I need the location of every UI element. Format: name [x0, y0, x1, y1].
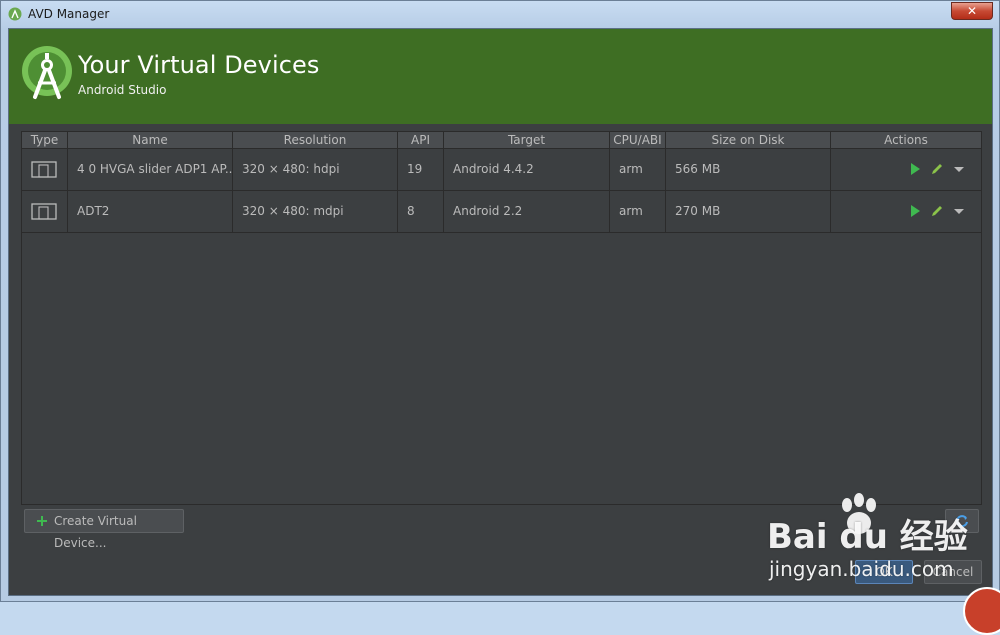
- refresh-icon: [956, 515, 968, 528]
- ok-button[interactable]: OK: [855, 560, 913, 584]
- phone-device-icon: [31, 161, 57, 178]
- phone-device-icon: [31, 203, 57, 220]
- cancel-button[interactable]: Cancel: [924, 560, 982, 584]
- type-cell: [22, 149, 68, 190]
- device-name: ADT2: [68, 191, 233, 232]
- page-subtitle: Android Studio: [78, 83, 167, 97]
- chevron-down-icon[interactable]: [952, 204, 966, 218]
- devices-table: Type Name Resolution API Target CPU/ABI …: [21, 131, 982, 505]
- device-target: Android 4.4.2: [444, 149, 610, 190]
- column-header-target[interactable]: Target: [444, 132, 610, 148]
- device-resolution: 320 × 480: hdpi: [233, 149, 398, 190]
- column-header-actions[interactable]: Actions: [831, 132, 981, 148]
- table-header: Type Name Resolution API Target CPU/ABI …: [22, 132, 981, 149]
- device-resolution: 320 × 480: mdpi: [233, 191, 398, 232]
- play-icon[interactable]: [908, 162, 922, 176]
- device-api: 19: [398, 149, 444, 190]
- window-title: AVD Manager: [28, 7, 110, 21]
- android-studio-logo: [22, 46, 72, 99]
- android-studio-icon: [8, 7, 22, 21]
- row-actions: [828, 149, 981, 190]
- column-header-resolution[interactable]: Resolution: [233, 132, 398, 148]
- row-actions: [828, 191, 981, 232]
- column-header-size[interactable]: Size on Disk: [666, 132, 831, 148]
- device-cpu-abi: arm: [610, 149, 666, 190]
- column-header-type[interactable]: Type: [22, 132, 68, 148]
- avd-manager-window: AVD Manager ✕ Your Virtual Devices Andro…: [0, 0, 1000, 635]
- column-header-api[interactable]: API: [398, 132, 444, 148]
- device-api: 8: [398, 191, 444, 232]
- corner-badge: [963, 587, 1000, 635]
- chevron-down-icon[interactable]: [952, 162, 966, 176]
- column-header-name[interactable]: Name: [68, 132, 233, 148]
- device-size: 270 MB: [666, 191, 831, 232]
- header-banner: Your Virtual Devices Android Studio: [9, 29, 992, 124]
- title-bar[interactable]: AVD Manager ✕: [1, 1, 999, 28]
- edit-pencil-icon[interactable]: [930, 204, 944, 218]
- column-header-cpu-abi[interactable]: CPU/ABI: [610, 132, 666, 148]
- create-button-label: Create Virtual Device...: [54, 514, 137, 550]
- refresh-button[interactable]: [945, 509, 979, 533]
- device-cpu-abi: arm: [610, 191, 666, 232]
- page-title: Your Virtual Devices: [78, 51, 320, 79]
- close-button[interactable]: ✕: [951, 2, 993, 20]
- device-target: Android 2.2: [444, 191, 610, 232]
- table-row[interactable]: ADT2 320 × 480: mdpi 8 Android 2.2 arm 2…: [22, 191, 981, 233]
- device-name: 4 0 HVGA slider ADP1 AP...: [68, 149, 233, 190]
- type-cell: [22, 191, 68, 232]
- play-icon[interactable]: [908, 204, 922, 218]
- edit-pencil-icon[interactable]: [930, 162, 944, 176]
- device-size: 566 MB: [666, 149, 831, 190]
- dialog-content: Your Virtual Devices Android Studio Type…: [8, 28, 993, 596]
- table-row[interactable]: 4 0 HVGA slider ADP1 AP... 320 × 480: hd…: [22, 149, 981, 191]
- plus-icon: [37, 516, 47, 526]
- create-virtual-device-button[interactable]: Create Virtual Device...: [24, 509, 184, 550]
